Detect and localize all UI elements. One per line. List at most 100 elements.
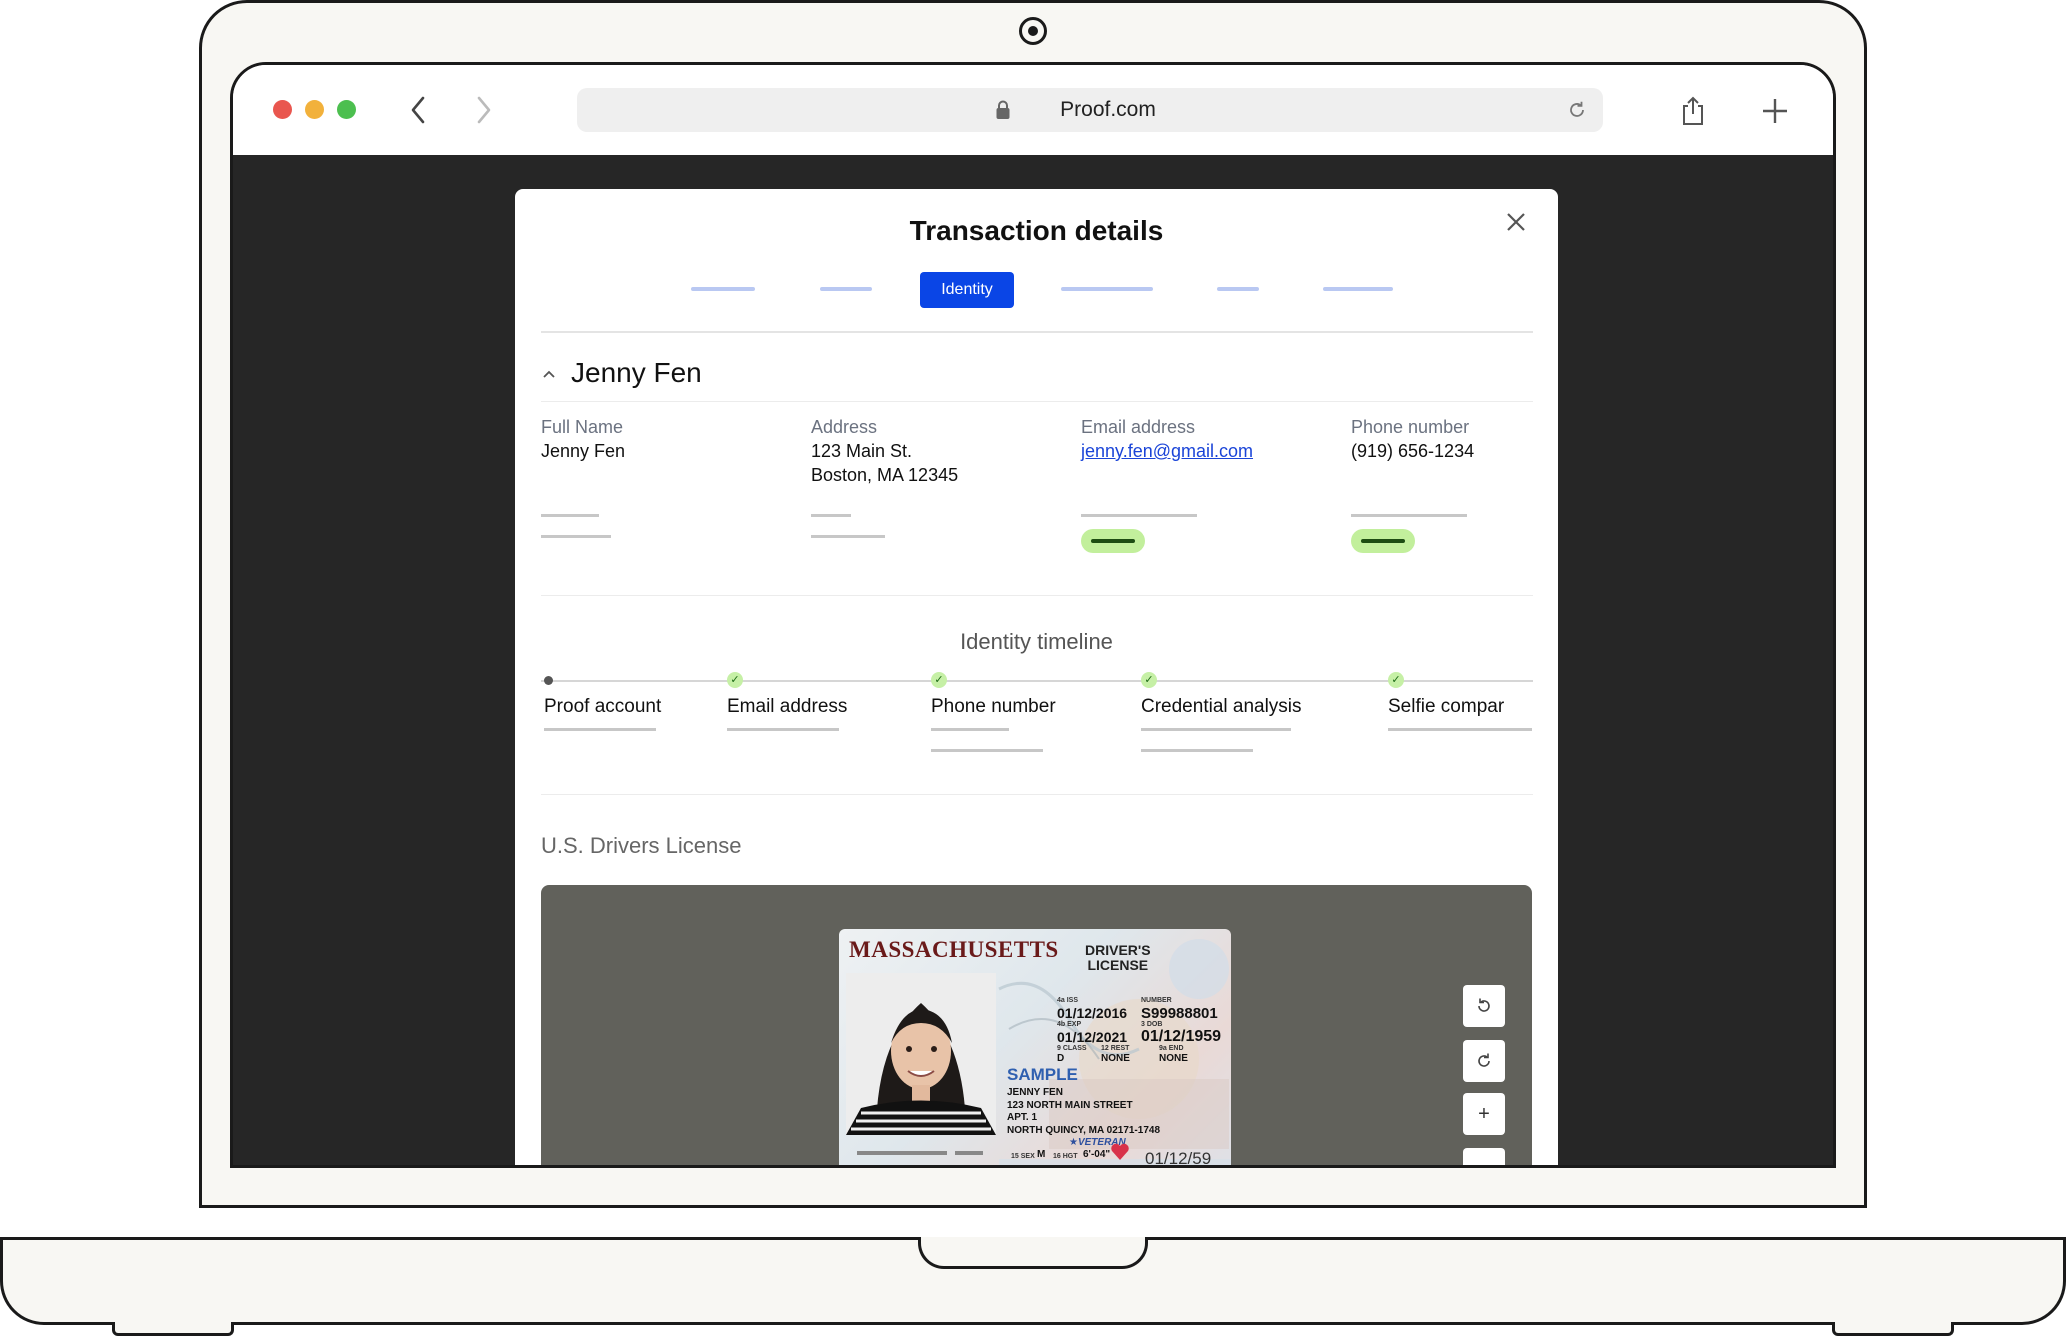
tab-step-4[interactable] (1061, 287, 1153, 291)
zoom-in-button[interactable]: + (1463, 1093, 1505, 1135)
full-name-label: Full Name (541, 417, 624, 437)
end-label: 9a END (1159, 1045, 1184, 1052)
share-icon[interactable] (1680, 95, 1706, 127)
browser-toolbar: Proof.com (233, 65, 1833, 155)
phone-value: (919) 656-1234 (1351, 441, 1475, 461)
hgt-value: 6'-04" (1083, 1149, 1111, 1160)
timeline-step-label: Credential analysis (1141, 696, 1302, 717)
divider (541, 595, 1533, 596)
dob-label: 3 DOB (1141, 1021, 1163, 1028)
divider (541, 794, 1533, 795)
url-text: Proof.com (1060, 98, 1156, 121)
placeholder-line (811, 535, 885, 538)
sex-value: M (1037, 1149, 1046, 1160)
zoom-in-icon: + (1478, 1103, 1490, 1125)
footer-date: 01/12/59 (1145, 1149, 1212, 1168)
rotate-left-icon (1478, 998, 1490, 1012)
number-label: NUMBER (1141, 997, 1172, 1004)
sex-label: 15 SEX (1011, 1153, 1035, 1160)
document-title: U.S. Drivers License (541, 833, 742, 858)
class-label: 9 CLASS (1057, 1045, 1087, 1052)
license-number: S99988801 (1141, 1005, 1218, 1022)
email-label: Email address (1081, 417, 1196, 437)
tab-step-5[interactable] (1217, 287, 1259, 291)
page-viewport: Transaction details Identity Jenny Fen F… (233, 155, 1833, 1168)
chevron-up-icon[interactable] (542, 369, 556, 379)
check-icon: ✓ (1388, 672, 1404, 688)
exp-label: 4b EXP (1057, 1021, 1082, 1028)
full-name-value: Jenny Fen (541, 441, 626, 461)
license-type: DRIVER'S LICENSE (1085, 943, 1151, 973)
iss-date: 01/12/2016 (1057, 1005, 1128, 1021)
placeholder-line (1141, 728, 1291, 731)
portrait-icon (846, 973, 996, 1135)
email-verified-badge (1081, 529, 1145, 553)
check-icon: ✓ (727, 672, 743, 688)
maximize-window-button[interactable] (337, 100, 356, 119)
placeholder-line (955, 1151, 983, 1155)
check-icon: ✓ (1141, 672, 1157, 688)
close-window-button[interactable] (273, 100, 292, 119)
holder-city: NORTH QUINCY, MA 02171-1748 (1007, 1125, 1161, 1136)
rest-label: 12 REST (1101, 1045, 1130, 1052)
address-bar[interactable]: Proof.com (577, 88, 1603, 132)
placeholder-line (1388, 728, 1532, 731)
placeholder-line (541, 514, 599, 517)
chevron-left-icon[interactable] (409, 95, 427, 125)
placeholder-line (1081, 514, 1197, 517)
rotate-left-button[interactable] (1463, 985, 1505, 1027)
reload-icon[interactable] (1567, 100, 1587, 120)
address-label: Address (811, 417, 878, 437)
document-viewer: MASSACHUSETTS DRIVER'S LICENSE 4a ISS 01… (541, 885, 1532, 1168)
timeline-track (541, 680, 1533, 682)
laptop-foot-left (112, 1322, 234, 1336)
license-photo (846, 973, 996, 1135)
rotate-right-icon (1478, 1053, 1490, 1067)
tab-identity[interactable]: Identity (920, 272, 1014, 308)
close-icon[interactable] (1505, 211, 1527, 233)
placeholder-line (541, 535, 611, 538)
phone-label: Phone number (1351, 417, 1470, 437)
holder-name: JENNY FEN (1007, 1087, 1063, 1098)
holder-street: 123 NORTH MAIN STREET (1007, 1100, 1133, 1111)
heart-icon (1111, 1143, 1129, 1160)
tab-step-1[interactable] (691, 287, 755, 291)
license-type-line2: LICENSE (1087, 957, 1149, 973)
laptop-foot-right (1832, 1322, 1954, 1336)
placeholder-line (544, 728, 656, 731)
rest-value: NONE (1101, 1053, 1130, 1064)
sample-watermark: SAMPLE (1007, 1065, 1078, 1084)
timeline-dot (544, 676, 553, 685)
timeline-title: Identity timeline (960, 629, 1113, 654)
dob-date: 01/12/1959 (1141, 1028, 1222, 1045)
iss-label: 4a ISS (1057, 997, 1079, 1004)
chevron-right-icon[interactable] (475, 95, 493, 125)
camera-icon (1019, 17, 1047, 45)
class-value: D (1057, 1053, 1065, 1064)
holder-apt: APT. 1 (1007, 1112, 1038, 1123)
placeholder-line (727, 728, 839, 731)
divider (541, 331, 1533, 333)
timeline-step-label: Proof account (544, 696, 662, 717)
address-line1: 123 Main St. (811, 441, 913, 461)
drivers-license-image: MASSACHUSETTS DRIVER'S LICENSE 4a ISS 01… (839, 929, 1231, 1168)
placeholder-line (931, 728, 1009, 731)
timeline-step-label: Email address (727, 696, 848, 717)
rotate-right-button[interactable] (1463, 1040, 1505, 1082)
timeline-step-label: Phone number (931, 696, 1056, 717)
laptop-notch (918, 1237, 1148, 1269)
placeholder-line (1141, 749, 1253, 752)
license-state: MASSACHUSETTS (849, 937, 1059, 962)
exp-date: 01/12/2021 (1057, 1029, 1128, 1045)
hgt-label: 16 HGT (1053, 1153, 1078, 1160)
plus-icon[interactable] (1761, 97, 1789, 125)
tab-step-6[interactable] (1323, 287, 1393, 291)
tab-step-2[interactable] (820, 287, 872, 291)
phone-verified-badge (1351, 529, 1415, 553)
email-link[interactable]: jenny.fen@gmail.com (1081, 439, 1253, 463)
end-value: NONE (1159, 1053, 1188, 1064)
placeholder-line (811, 514, 851, 517)
timeline-step-label: Selfie compar (1388, 696, 1505, 717)
zoom-out-button[interactable] (1463, 1148, 1505, 1165)
minimize-window-button[interactable] (305, 100, 324, 119)
